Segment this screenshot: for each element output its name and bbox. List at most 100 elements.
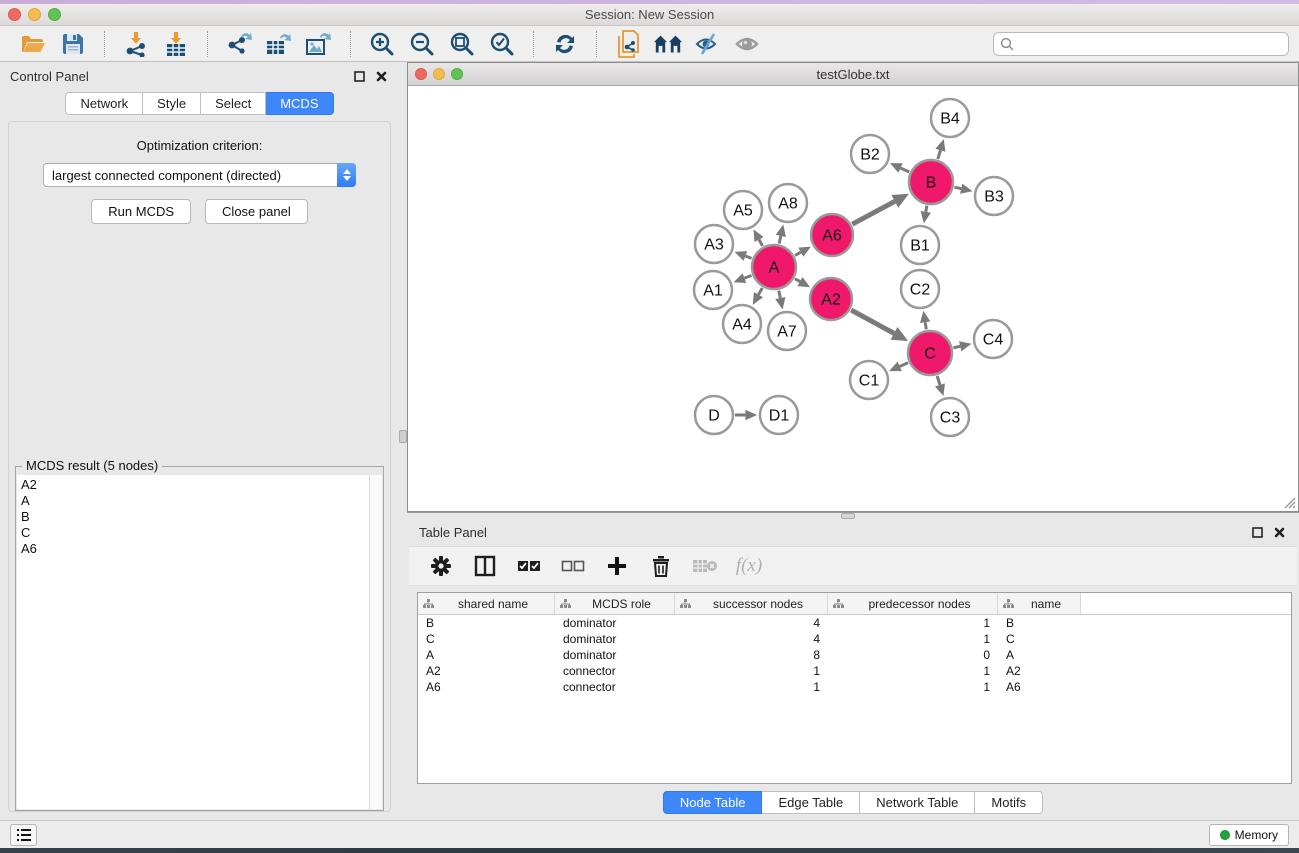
result-item[interactable]: C [21, 525, 369, 541]
graph-edge-A-A2[interactable] [795, 279, 800, 282]
select-all-icon[interactable] [515, 552, 543, 580]
open-session-icon[interactable] [18, 30, 48, 58]
import-network-icon[interactable] [121, 30, 151, 58]
home-icon[interactable] [653, 30, 683, 58]
add-row-icon[interactable] [603, 552, 631, 580]
graph-edge-A-A3[interactable] [745, 256, 751, 258]
network-window-titlebar[interactable]: testGlobe.txt [408, 63, 1298, 86]
graph-edge-B-B2[interactable] [901, 168, 910, 172]
search-field[interactable] [993, 32, 1289, 56]
table-cell[interactable]: dominator [555, 632, 675, 646]
graph-edge-C-C2[interactable] [925, 322, 926, 329]
refresh-layout-icon[interactable] [550, 30, 580, 58]
split-handle[interactable] [399, 430, 407, 443]
close-panel-icon[interactable] [1271, 524, 1287, 540]
tab-network[interactable]: Network [65, 92, 143, 115]
export-image-icon[interactable] [304, 30, 334, 58]
close-panel-icon[interactable] [373, 68, 389, 84]
graph-edge-C-C1[interactable] [900, 363, 908, 367]
table-row[interactable]: Cdominator41C [418, 631, 1291, 647]
table-cell[interactable]: C [998, 632, 1081, 646]
import-table-icon[interactable] [161, 30, 191, 58]
graph-edge-A-A4[interactable] [758, 288, 762, 295]
zoom-out-icon[interactable] [407, 30, 437, 58]
show-graphics-details-icon[interactable] [733, 30, 763, 58]
table-cell[interactable]: 1 [828, 664, 998, 678]
graph-edge-A-A6[interactable] [795, 252, 801, 255]
table-cell[interactable]: A6 [418, 680, 555, 694]
graph-edge-C-C3[interactable] [937, 376, 940, 385]
close-panel-button[interactable]: Close panel [205, 199, 308, 224]
table-cell[interactable]: C [418, 632, 555, 646]
vertical-split-divider[interactable] [399, 62, 407, 820]
table-cell[interactable]: A [998, 648, 1081, 662]
graph-edge-C-C4[interactable] [953, 346, 960, 348]
graph-edge-B-B3[interactable] [954, 187, 961, 189]
column-header-MCDS-role[interactable]: MCDS role [555, 593, 675, 614]
table-cell[interactable]: 1 [828, 680, 998, 694]
memory-button[interactable]: Memory [1209, 824, 1289, 846]
table-cell[interactable]: connector [555, 680, 675, 694]
tab-motifs[interactable]: Motifs [975, 791, 1043, 814]
table-row[interactable]: Bdominator41B [418, 615, 1291, 631]
table-cell[interactable]: 1 [675, 664, 828, 678]
table-cell[interactable]: 1 [828, 632, 998, 646]
table-cell[interactable]: connector [555, 664, 675, 678]
graph-edge-A-A8[interactable] [779, 236, 781, 244]
tab-style[interactable]: Style [143, 92, 201, 115]
column-header-successor-nodes[interactable]: successor nodes [675, 593, 828, 614]
table-cell[interactable]: 4 [675, 616, 828, 630]
table-cell[interactable]: A2 [998, 664, 1081, 678]
result-item[interactable]: A [21, 493, 369, 509]
graph-edge-B-B4[interactable] [938, 150, 941, 159]
table-cell[interactable]: A6 [998, 680, 1081, 694]
graph-edge-A-A1[interactable] [744, 275, 751, 278]
graph-edge-A6-B[interactable] [852, 201, 895, 224]
column-layout-icon[interactable] [471, 552, 499, 580]
graph-edge-B-B1[interactable] [926, 206, 927, 212]
table-row[interactable]: Adominator80A [418, 647, 1291, 663]
float-panel-icon[interactable] [351, 68, 367, 84]
column-header-name[interactable]: name [998, 593, 1081, 614]
graph-edge-A-A7[interactable] [779, 291, 781, 299]
export-table-icon[interactable] [264, 30, 294, 58]
table-cell[interactable]: 0 [828, 648, 998, 662]
column-header-shared-name[interactable]: shared name [418, 593, 555, 614]
table-row[interactable]: A6connector11A6 [418, 679, 1291, 695]
table-cell[interactable]: dominator [555, 648, 675, 662]
search-input[interactable] [1018, 37, 1282, 51]
result-item[interactable]: A6 [21, 541, 369, 557]
table-cell[interactable]: A2 [418, 664, 555, 678]
network-from-selection-icon[interactable] [613, 30, 643, 58]
split-handle[interactable] [841, 513, 855, 519]
resize-grip-icon[interactable] [1282, 495, 1296, 509]
result-scrollbar[interactable] [369, 475, 382, 809]
network-canvas[interactable]: AA1A2A3A4A5A6A7A8BB1B2B3B4CC1C2C3C4DD1 [408, 86, 1298, 511]
tab-mcds[interactable]: MCDS [266, 92, 333, 115]
horizontal-split-divider[interactable] [407, 512, 1299, 518]
float-panel-icon[interactable] [1249, 524, 1265, 540]
table-cell[interactable]: 4 [675, 632, 828, 646]
export-network-icon[interactable] [224, 30, 254, 58]
table-cell[interactable]: A [418, 648, 555, 662]
settings-gear-icon[interactable] [427, 552, 455, 580]
graph-edge-A-A5[interactable] [759, 240, 762, 246]
task-history-button[interactable] [10, 824, 37, 846]
network-graph[interactable]: AA1A2A3A4A5A6A7A8BB1B2B3B4CC1C2C3C4DD1 [408, 86, 1298, 509]
mcds-result-list[interactable]: A2ABCA6 [17, 475, 369, 809]
table-row[interactable]: A2connector11A2 [418, 663, 1291, 679]
table-cell[interactable]: B [998, 616, 1081, 630]
tab-node-table[interactable]: Node Table [663, 791, 763, 814]
zoom-selected-icon[interactable] [487, 30, 517, 58]
column-header-predecessor-nodes[interactable]: predecessor nodes [828, 593, 998, 614]
table-cell[interactable]: 1 [828, 616, 998, 630]
tab-select[interactable]: Select [201, 92, 266, 115]
result-item[interactable]: A2 [21, 477, 369, 493]
tab-network-table[interactable]: Network Table [860, 791, 975, 814]
table-cell[interactable]: 1 [675, 680, 828, 694]
delete-row-icon[interactable] [647, 552, 675, 580]
zoom-in-icon[interactable] [367, 30, 397, 58]
tab-edge-table[interactable]: Edge Table [762, 791, 860, 814]
graph-edge-A2-C[interactable] [851, 310, 894, 333]
table-cell[interactable]: 8 [675, 648, 828, 662]
